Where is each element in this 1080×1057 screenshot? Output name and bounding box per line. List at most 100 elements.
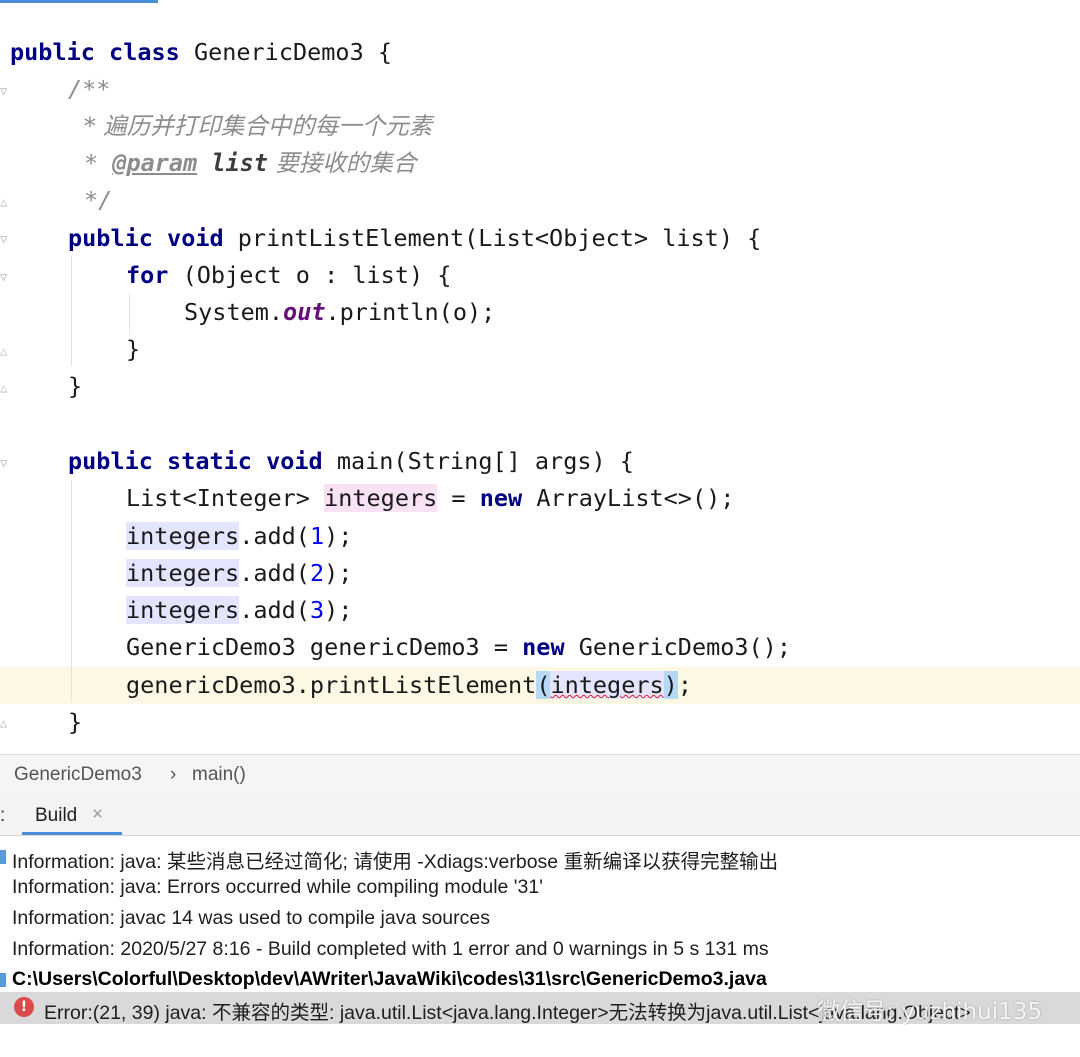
static-field: out [283,298,326,326]
code-line[interactable]: GenericDemo3 genericDemo3 = new GenericD… [126,629,791,666]
tool-window-tabbar: : Build × [0,795,1080,836]
fold-marker-icon[interactable]: △ [0,381,7,395]
method-signature: printListElement(List<Object> list) { [223,224,762,252]
build-panel: : Build × Information: java: 某些消息已经过简化; … [0,795,1080,1057]
code-text: GenericDemo3 genericDemo3 = [126,633,523,661]
code-text: genericDemo3.printListElement [126,671,537,699]
matched-paren: ) [663,671,678,699]
code-text: = [437,484,480,512]
javadoc-param-desc: 要接收的集合 [267,149,417,177]
code-line[interactable]: genericDemo3.printListElement(integers); [126,667,692,704]
code-text: System. [184,298,284,326]
code-line[interactable]: */ [84,182,112,219]
code-text: .println(o); [325,298,496,326]
build-message[interactable]: Information: java: Errors occurred while… [12,876,543,899]
tabbar-prefix: : [0,805,6,826]
code-line[interactable]: } [126,331,140,368]
tree-marker [0,850,6,864]
editor-tab-indicator [0,0,158,3]
code-line[interactable]: integers.add(3); [126,592,352,629]
number-literal: 3 [309,596,325,624]
keyword: void [167,224,224,252]
code-line[interactable]: * 遍历并打印集合中的每一个元素 [84,108,432,145]
code-line[interactable]: } [68,704,82,741]
tab-build[interactable]: Build × [22,795,122,835]
code-line[interactable]: /** [68,71,110,108]
error-icon: ! [14,997,34,1017]
variable-usage-highlight: integers [126,522,240,550]
method-signature: main(String[] args) { [322,447,634,475]
code-line[interactable]: public static void main(String[] args) { [68,443,634,480]
tree-marker [0,973,6,987]
indent-guide [71,256,72,366]
fold-marker-icon[interactable]: △ [0,716,7,730]
code-line[interactable]: integers.add(2); [126,555,352,592]
tab-label: Build [35,805,78,826]
indent-guide [71,480,72,702]
code-line[interactable]: public class GenericDemo3 { [10,34,392,71]
code-text: ArrayList<>(); [522,484,735,512]
error-row[interactable]: ! Error:(21, 39) java: 不兼容的类型: java.util… [0,992,1080,1025]
keyword: void [266,447,323,475]
close-icon[interactable]: × [92,804,103,826]
code-text: ); [324,559,353,587]
code-line[interactable]: * @param list 要接收的集合 [84,145,416,182]
active-tab-indicator [22,832,122,835]
code-editor[interactable]: ▽ △ ▽ ▽ △ △ ▽ △ public class GenericDemo… [0,0,1080,754]
number-literal: 1 [309,522,325,550]
code-text: .add( [239,559,310,587]
code-text: ); [324,596,353,624]
fold-marker-icon[interactable]: ▽ [0,84,7,98]
fold-marker-icon[interactable]: △ [0,344,7,358]
variable-usage-highlight: integers [126,559,240,587]
keyword: public [68,447,153,475]
code-line[interactable]: public void printListElement(List<Object… [68,220,761,257]
breadcrumb-separator: › [170,764,177,785]
code-line[interactable]: } [68,368,82,405]
breadcrumb-method[interactable]: main() [192,764,246,786]
keyword: class [109,38,180,66]
code-line[interactable]: for (Object o : list) { [126,257,451,294]
code-line[interactable]: System.out.println(o); [184,294,495,331]
fold-marker-icon[interactable]: ▽ [0,456,7,470]
code-line[interactable]: integers.add(1); [126,518,352,555]
closing-brace: } [126,335,141,363]
code-text: .add( [239,522,310,550]
keyword: static [167,447,252,475]
code-line[interactable]: List<Integer> integers = new ArrayList<>… [126,480,734,517]
breadcrumb: GenericDemo3 › main() [0,754,1080,796]
javadoc-open: /** [68,75,111,103]
javadoc-param-tag: @param [112,149,198,177]
build-message[interactable]: Information: java: 某些消息已经过简化; 请使用 -Xdiag… [12,845,778,874]
code-text: ); [324,522,353,550]
breadcrumb-class[interactable]: GenericDemo3 [14,764,142,786]
closing-brace: } [68,708,83,736]
error-argument: integers [550,671,664,699]
code-text: List<Integer> [126,484,325,512]
keyword: public [10,38,95,66]
fold-marker-icon[interactable]: ▽ [0,232,7,246]
code-text: ; [677,671,692,699]
keyword: for [126,261,169,289]
variable-highlight: integers [324,484,438,512]
matched-paren: ( [536,671,551,699]
fold-marker-icon[interactable]: △ [0,195,7,209]
closing-brace: } [68,372,83,400]
code-text: .add( [239,596,310,624]
javadoc-text: * 遍历并打印集合中的每一个元素 [84,112,433,140]
javadoc-param-name: list [211,149,268,177]
keyword: new [479,484,523,512]
variable-usage-highlight: integers [126,596,240,624]
for-header: (Object o : list) { [168,261,452,289]
class-declaration: GenericDemo3 { [179,38,393,66]
code-text: GenericDemo3(); [564,633,791,661]
build-message[interactable]: Information: javac 14 was used to compil… [12,907,490,930]
indent-guide [129,294,130,334]
error-file-path[interactable]: C:\Users\Colorful\Desktop\dev\AWriter\Ja… [12,968,767,991]
number-literal: 2 [309,559,325,587]
build-message[interactable]: Information: 2020/5/27 8:16 - Build comp… [12,938,769,961]
fold-marker-icon[interactable]: ▽ [0,270,7,284]
keyword: new [522,633,565,661]
keyword: public [68,224,153,252]
watermark: 微信号: yuzhihui135 [817,999,1042,1025]
